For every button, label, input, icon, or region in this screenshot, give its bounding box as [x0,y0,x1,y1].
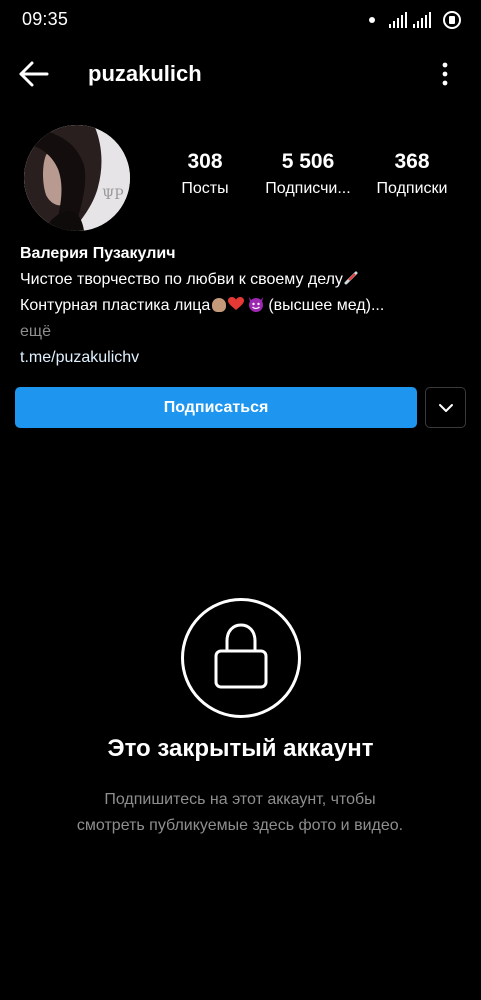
heart-emoji-icon [228,297,245,314]
profile-name: Валерия Пузакулич [20,245,176,262]
battery-icon [443,11,461,29]
posts-stat[interactable]: 308 Посты [150,150,260,198]
profile-bio: Валерия Пузакулич Чистое творчество по л… [20,241,470,371]
svg-text:ΨP: ΨP [102,187,124,203]
bio-more-link[interactable]: ещё [20,319,470,345]
lock-icon [214,623,268,689]
bio-link[interactable]: t.me/puzakulichv [20,345,470,371]
following-stat[interactable]: 368 Подписки [357,150,467,198]
status-icons [369,10,461,30]
profile-stats: 308 Посты 5 506 Подписчи... 368 Подписки [150,150,466,210]
back-button[interactable] [16,58,52,90]
signal-icon [389,12,407,28]
following-label: Подписки [376,180,448,197]
avatar-image: ΨP [24,125,130,231]
signal-icon [413,12,431,28]
posts-label: Посты [181,180,229,197]
more-vertical-icon [442,62,448,86]
hand-emoji-icon [212,298,227,312]
arrow-left-icon [19,61,49,87]
private-account-badge [181,598,301,718]
bio-line-1-text: Чистое творчество по любви к своему делу [20,271,343,288]
followers-count: 5 506 [281,150,335,173]
bio-line-2-text: Контурная пластика лица [20,297,211,314]
syringe-emoji-icon [343,271,359,288]
suggestions-dropdown-button[interactable] [425,387,466,428]
notification-dot-icon [369,17,375,23]
following-count: 368 [394,150,430,173]
profile-header: puzakulich [0,52,481,96]
status-bar: 09:35 [0,0,481,40]
bio-line-2: Контурная пластика лица (высшее мед)... [20,293,470,319]
page-title: puzakulich [88,61,202,86]
chevron-down-icon [438,403,453,412]
avatar[interactable]: ΨP [24,125,130,231]
private-account-title: Это закрытый аккаунт [107,735,374,762]
devil-emoji-icon [244,297,268,314]
bio-line-2-end: (высшее мед)... [268,297,385,314]
followers-label: Подписчи... [265,180,351,197]
more-options-button[interactable] [433,60,457,88]
followers-stat[interactable]: 5 506 Подписчи... [253,150,363,198]
bio-line-1: Чистое творчество по любви к своему делу [20,267,470,293]
private-account-description: Подпишитесь на этот аккаунт, чтобы смотр… [76,791,404,834]
status-time: 09:35 [22,9,69,29]
follow-button[interactable]: Подписаться [15,387,417,428]
posts-count: 308 [187,150,223,173]
